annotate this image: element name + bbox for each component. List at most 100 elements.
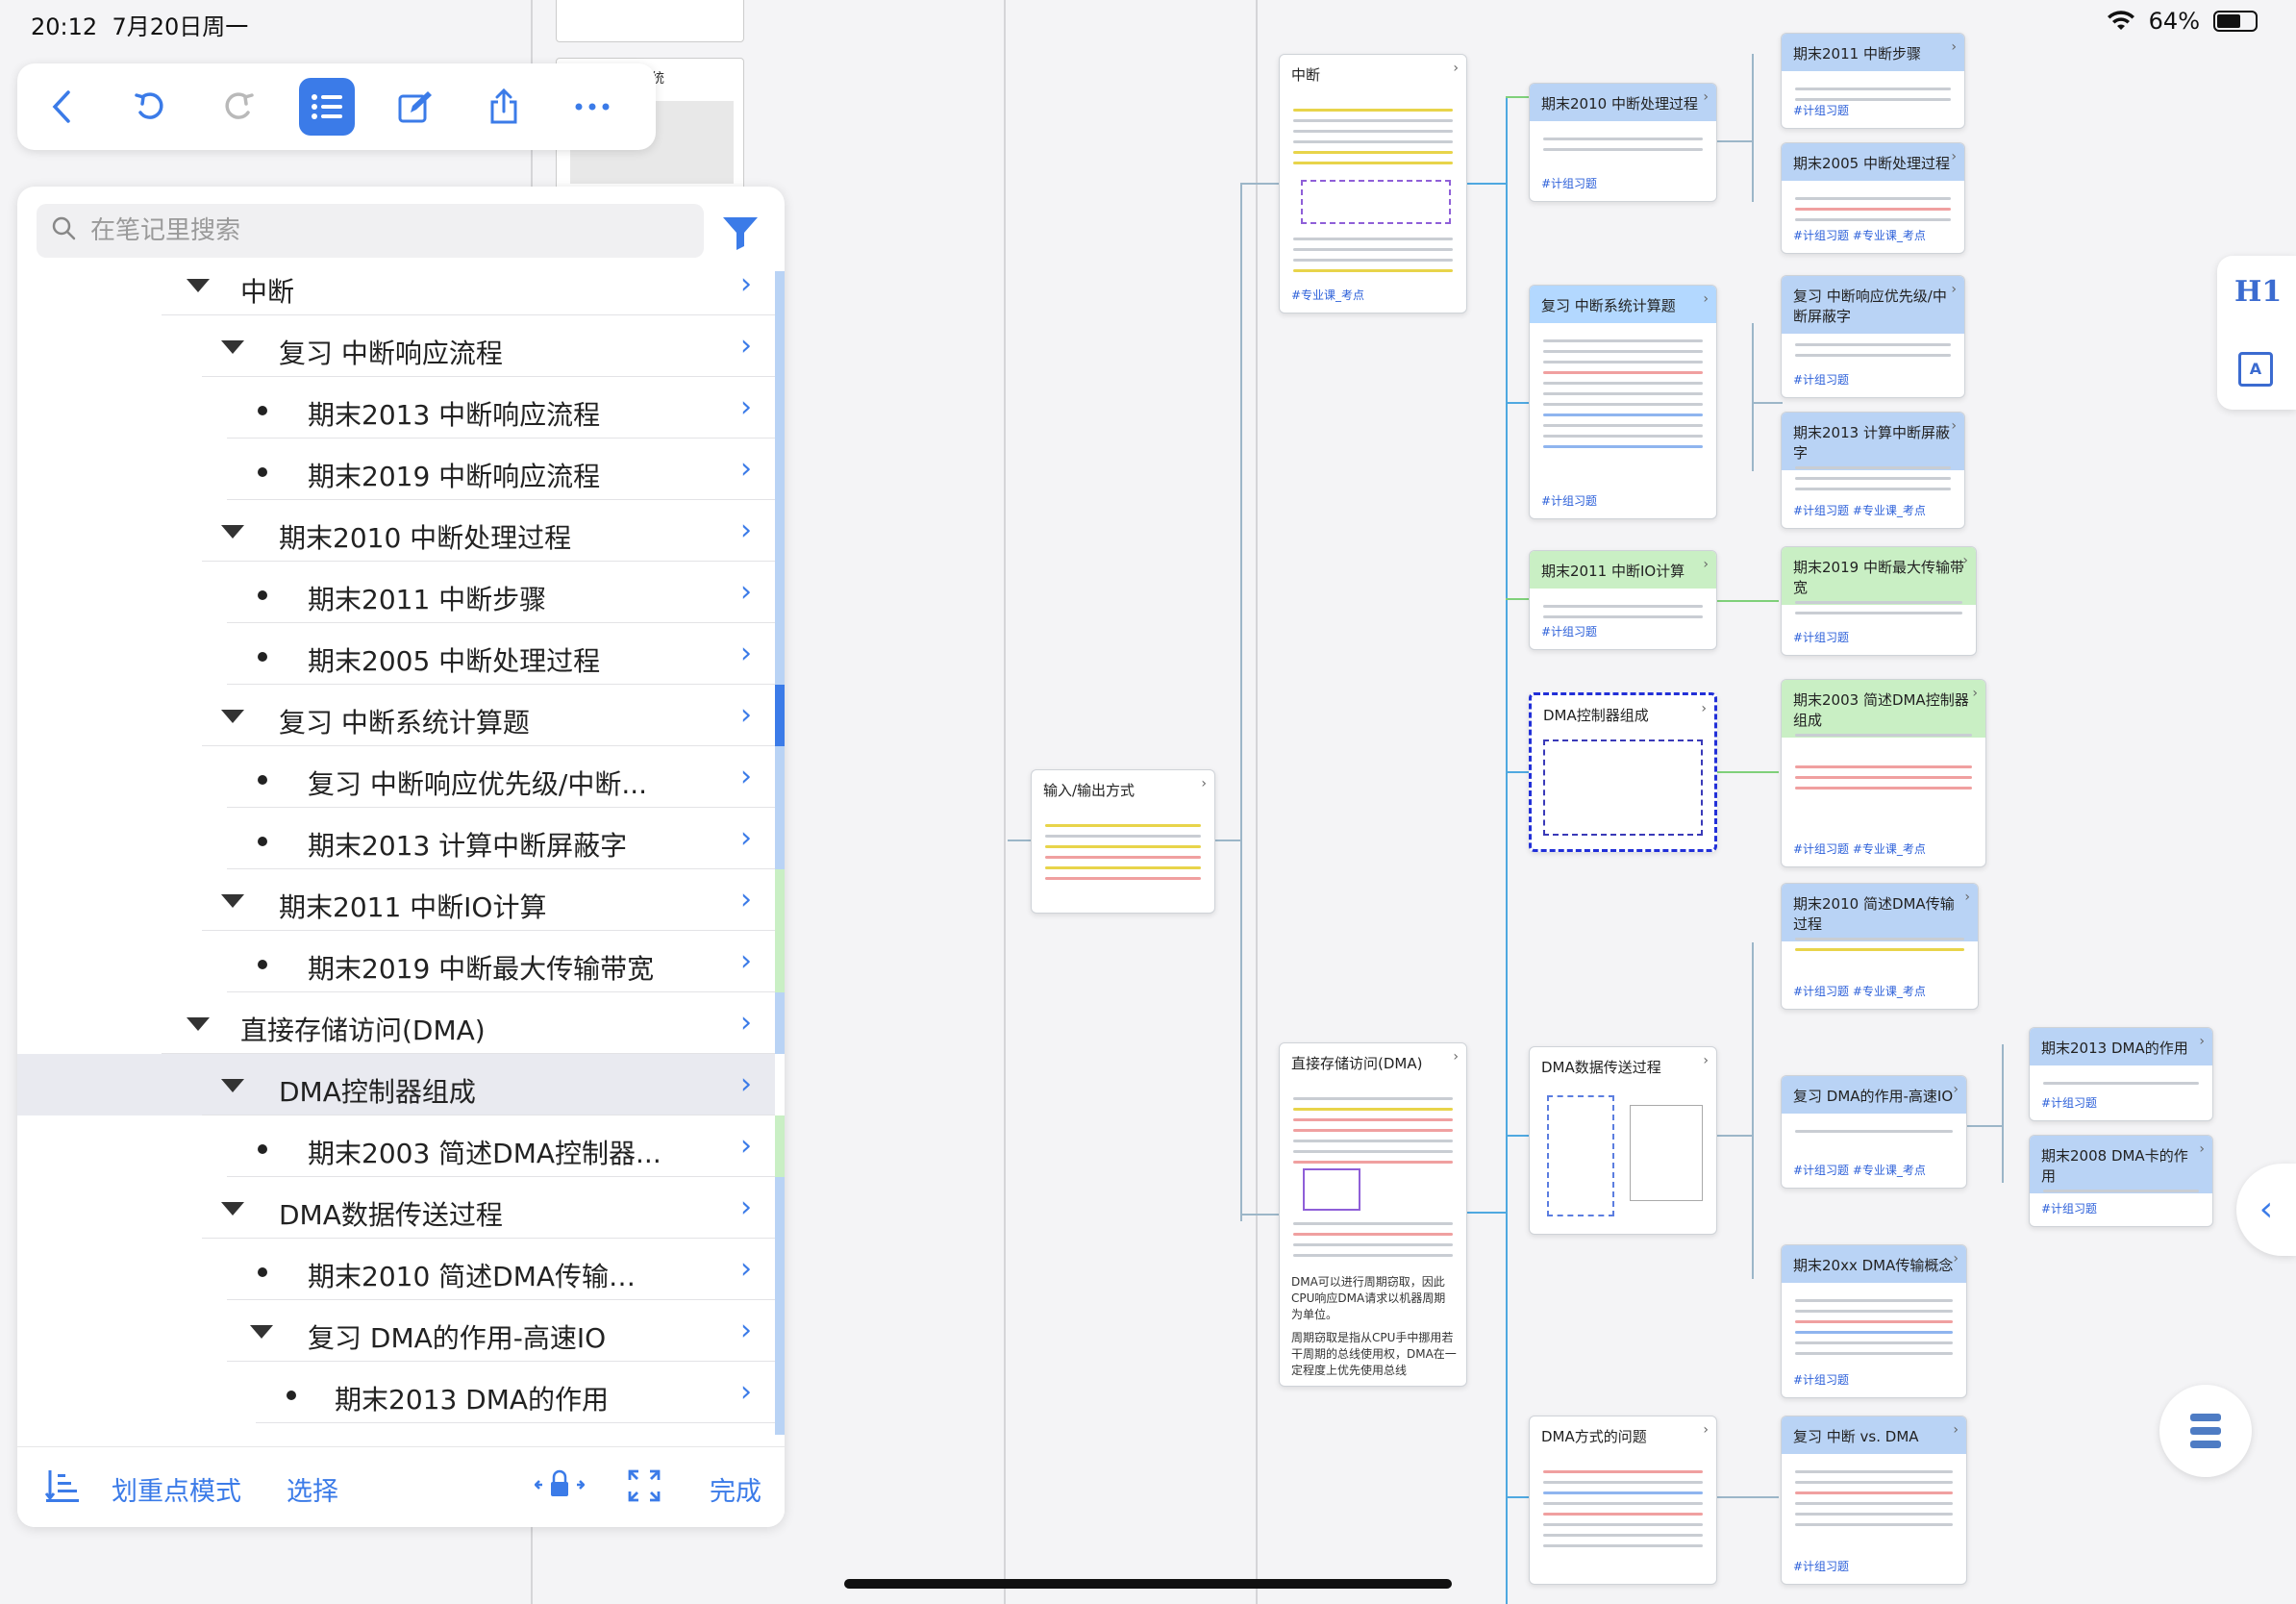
lock-button[interactable] bbox=[534, 1468, 586, 1508]
outline-item[interactable]: 复习 中断响应流程 › bbox=[17, 315, 785, 377]
sort-button[interactable] bbox=[44, 1466, 81, 1510]
chevron-right-icon[interactable]: › bbox=[740, 271, 752, 301]
mindmap-node[interactable]: 期末2010 简述DMA传输过程 › #计组习题 #专业课_考点 bbox=[1781, 883, 1979, 1010]
chevron-right-icon[interactable]: › bbox=[740, 1006, 752, 1040]
outline-panel: 中断›复习 中断响应流程›期末2013 中断响应流程›期末2019 中断响应流程… bbox=[17, 187, 785, 1527]
chevron-right-icon[interactable]: › bbox=[740, 637, 752, 670]
color-indicator bbox=[775, 869, 785, 931]
chevron-right-icon[interactable]: › bbox=[740, 390, 752, 424]
floating-list-button[interactable] bbox=[2159, 1385, 2252, 1477]
disclosure-triangle-icon[interactable] bbox=[221, 710, 244, 723]
mindmap-node-dma[interactable]: 直接存储访问(DMA) › DMA可以进行周期窃取，因此CPU响应DMA请求以机器… bbox=[1279, 1042, 1467, 1387]
outline-item[interactable]: 中断 › bbox=[17, 271, 785, 315]
mindmap-node[interactable]: 期末2019 中断最大传输带宽 › #计组习题 bbox=[1781, 546, 1977, 656]
disclosure-triangle-icon[interactable] bbox=[187, 279, 210, 292]
select-button[interactable]: 选择 bbox=[287, 1470, 338, 1508]
color-indicator bbox=[775, 1054, 785, 1115]
undo-button[interactable] bbox=[106, 78, 194, 136]
mindmap-node[interactable]: 期末2011 中断IO计算 › #计组习题 bbox=[1529, 550, 1717, 650]
mindmap-node[interactable]: 期末2008 DMA卡的作用 › #计组习题 bbox=[2029, 1135, 2213, 1227]
translate-icon[interactable]: A bbox=[2238, 352, 2273, 387]
redo-button[interactable] bbox=[194, 78, 283, 136]
mindmap-node[interactable]: 复习 中断系统计算题 › #计组习题 bbox=[1529, 285, 1717, 519]
outline-item[interactable]: 期末2011 中断步骤 › bbox=[17, 562, 785, 623]
mindmap-node-dma-controller[interactable]: DMA控制器组成 › bbox=[1529, 692, 1717, 852]
mindmap-node[interactable]: 复习 中断 vs. DMA › #计组习题 bbox=[1781, 1416, 1967, 1585]
chevron-right-icon[interactable]: › bbox=[740, 883, 752, 916]
chevron-right-icon[interactable]: › bbox=[740, 944, 752, 978]
outline-button[interactable] bbox=[299, 78, 355, 136]
mindmap-node[interactable]: 复习 DMA的作用-高速IO › #计组习题 #专业课_考点 bbox=[1781, 1075, 1967, 1189]
mindmap-node[interactable]: 期末2003 简述DMA控制器组成 › #计组习题 #专业课_考点 bbox=[1781, 679, 1986, 867]
chevron-right-icon[interactable]: › bbox=[740, 452, 752, 486]
outline-list[interactable]: 中断 › 复习 中断响应流程 › 期末2013 中断响应流程 › 期末2019 中断响应流程… bbox=[17, 271, 785, 1435]
expand-button[interactable] bbox=[627, 1468, 661, 1510]
mindmap-node[interactable]: 期末2013 DMA的作用 › #计组习题 bbox=[2029, 1027, 2213, 1121]
mindmap-node-io[interactable]: 输入/输出方式 › bbox=[1031, 769, 1215, 914]
color-indicator bbox=[775, 562, 785, 623]
chevron-right-icon[interactable]: › bbox=[740, 1129, 752, 1163]
outline-item[interactable]: 期末2010 中断处理过程 › bbox=[17, 500, 785, 562]
chevron-right-icon[interactable]: › bbox=[740, 760, 752, 793]
disclosure-triangle-icon[interactable] bbox=[221, 894, 244, 908]
color-indicator bbox=[775, 1115, 785, 1177]
disclosure-triangle-icon[interactable] bbox=[250, 1325, 273, 1339]
disclosure-triangle-icon[interactable] bbox=[221, 525, 244, 539]
outline-item[interactable]: 复习 中断响应优先级/中断... › bbox=[17, 746, 785, 808]
edit-button[interactable] bbox=[371, 78, 460, 136]
chevron-right-icon[interactable]: › bbox=[740, 514, 752, 547]
chevron-right-icon[interactable]: › bbox=[740, 329, 752, 363]
outline-item[interactable]: 期末2013 中断响应流程 › bbox=[17, 377, 785, 439]
chevron-right-icon[interactable]: › bbox=[740, 1375, 752, 1409]
outline-item[interactable]: DMA数据传送过程 › bbox=[17, 1177, 785, 1239]
chevron-right-icon[interactable]: › bbox=[740, 575, 752, 609]
outline-item[interactable]: 期末2005 中断处理过程 › bbox=[17, 623, 785, 685]
disclosure-triangle-icon[interactable] bbox=[221, 1079, 244, 1092]
chevron-right-icon[interactable]: › bbox=[740, 1252, 752, 1286]
chevron-right-icon[interactable]: › bbox=[740, 821, 752, 855]
highlight-mode-button[interactable]: 划重点模式 bbox=[112, 1470, 241, 1508]
outline-item[interactable]: 期末2019 中断最大传输带宽 › bbox=[17, 931, 785, 992]
chevron-right-icon[interactable]: › bbox=[740, 1314, 752, 1347]
color-indicator bbox=[775, 271, 785, 315]
filter-button[interactable] bbox=[721, 213, 760, 252]
outline-item-label: 期末2010 中断处理过程 bbox=[279, 522, 572, 554]
outline-item[interactable]: DMA控制器组成 › bbox=[17, 1054, 785, 1115]
outline-item[interactable]: 期末2010 简述DMA传输过程 › bbox=[17, 1239, 785, 1300]
color-indicator bbox=[775, 377, 785, 439]
mindmap-node[interactable]: 期末2013 计算中断屏蔽字 › #计组习题 #专业课_考点 bbox=[1781, 412, 1965, 529]
mindmap-node[interactable]: 期末2011 中断步骤 › #计组习题 bbox=[1781, 33, 1965, 129]
outline-item[interactable]: 直接存储访问(DMA) › bbox=[17, 992, 785, 1054]
mindmap-node[interactable]: DMA数据传送过程 › bbox=[1529, 1046, 1717, 1235]
chevron-right-icon[interactable]: › bbox=[740, 698, 752, 732]
outline-item[interactable]: 期末2008 DMA卡的作用› bbox=[17, 1423, 785, 1435]
outline-item[interactable]: 期末2019 中断响应流程 › bbox=[17, 439, 785, 500]
disclosure-triangle-icon[interactable] bbox=[221, 340, 244, 354]
outline-item[interactable]: 复习 中断系统计算题 › bbox=[17, 685, 785, 746]
chevron-right-icon[interactable]: › bbox=[740, 1067, 752, 1101]
back-button[interactable] bbox=[17, 78, 106, 136]
outline-item[interactable]: 复习 DMA的作用-高速IO › bbox=[17, 1300, 785, 1362]
outline-item[interactable]: 期末2003 简述DMA控制器... › bbox=[17, 1115, 785, 1177]
mindmap-node[interactable]: 复习 中断响应优先级/中断屏蔽字 › #计组习题 bbox=[1781, 275, 1965, 398]
disclosure-triangle-icon[interactable] bbox=[187, 1017, 210, 1031]
mindmap-node[interactable]: 期末2005 中断处理过程 › #计组习题 #专业课_考点 bbox=[1781, 142, 1965, 254]
color-indicator bbox=[775, 1423, 785, 1435]
heading-icon[interactable]: H1 bbox=[2234, 275, 2282, 309]
outline-item[interactable]: 期末2013 计算中断屏蔽字 › bbox=[17, 808, 785, 869]
mindmap-node[interactable]: 期末20xx DMA传输概念 › #计组习题 bbox=[1781, 1244, 1967, 1398]
mindmap-node[interactable]: DMA方式的问题 › bbox=[1529, 1416, 1717, 1585]
more-button[interactable] bbox=[548, 78, 636, 136]
chevron-right-icon[interactable]: › bbox=[740, 1190, 752, 1224]
disclosure-triangle-icon[interactable] bbox=[221, 1202, 244, 1216]
search-input[interactable] bbox=[90, 216, 667, 245]
share-button[interactable] bbox=[460, 78, 548, 136]
mindmap-node[interactable]: 期末2010 中断处理过程 › #计组习题 bbox=[1529, 83, 1717, 202]
done-button[interactable]: 完成 bbox=[710, 1470, 761, 1508]
mindmap-node-interrupt[interactable]: 中断 › #专业课_考点 bbox=[1279, 54, 1467, 313]
outline-item[interactable]: 期末2011 中断IO计算 › bbox=[17, 869, 785, 931]
expand-icon bbox=[628, 1469, 661, 1502]
bullet-icon bbox=[258, 1267, 267, 1277]
divider bbox=[1256, 0, 1258, 1604]
outline-item[interactable]: 期末2013 DMA的作用 › bbox=[17, 1362, 785, 1423]
